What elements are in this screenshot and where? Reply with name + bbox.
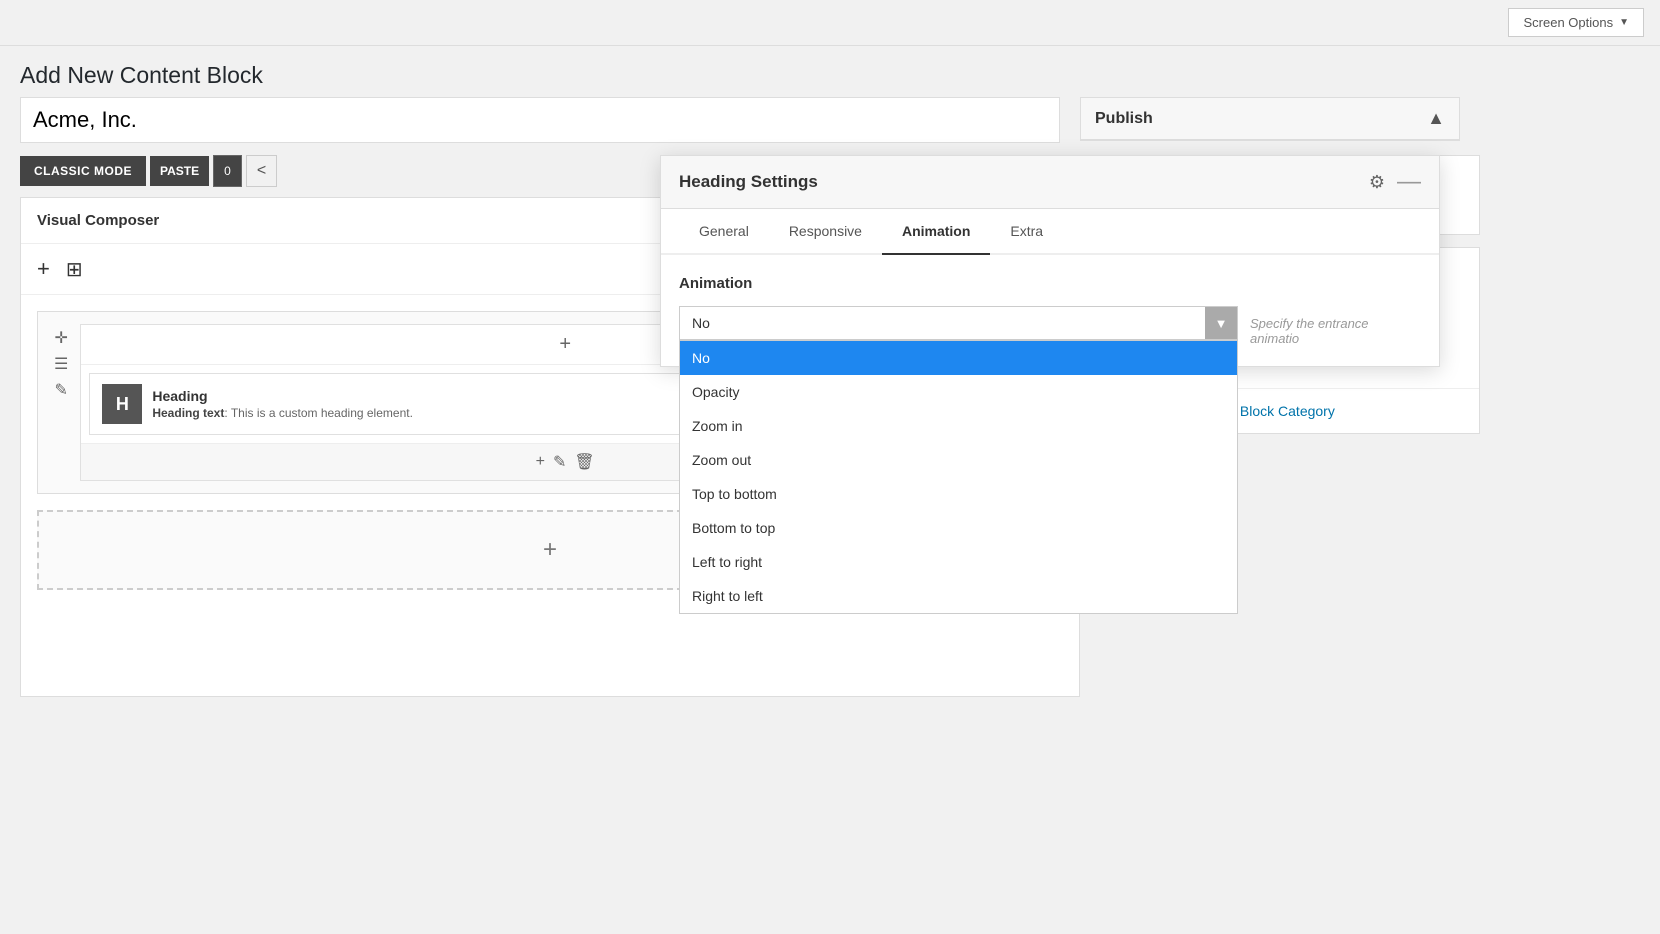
animation-option-bottom-to-top[interactable]: Bottom to top [680,511,1237,545]
screen-options-arrow-icon: ▼ [1619,17,1629,28]
classic-mode-button[interactable]: CLASSIC MODE [20,156,146,186]
hs-tab-general[interactable]: General [679,209,769,255]
hs-tab-extra[interactable]: Extra [990,209,1063,255]
screen-options-button[interactable]: Screen Options ▼ [1508,8,1644,37]
animation-option-zoom-in[interactable]: Zoom in [680,409,1237,443]
animation-hint: Specify the entrance animatio [1250,306,1421,346]
publish-panel-title: Publish [1095,110,1153,128]
animation-dropdown-arrow-icon[interactable]: ▼ [1205,307,1237,339]
heading-element-icon: H [102,384,142,424]
animation-dropdown-menu: NoOpacityZoom inZoom outTop to bottomBot… [679,340,1238,614]
row-move-button[interactable]: ✛ [54,328,68,348]
hs-tab-responsive[interactable]: Responsive [769,209,882,255]
column-add-button[interactable]: + [559,333,571,356]
element-edit-action-button[interactable]: ✎ [553,452,566,472]
hs-tab-animation[interactable]: Animation [882,209,990,255]
hs-tabs: GeneralResponsiveAnimationExtra [661,209,1439,255]
publish-panel: Publish ▲ [1080,97,1460,141]
animation-selected-value: No [692,315,710,331]
hs-minimize-button[interactable]: — [1397,170,1421,194]
row-edit-button[interactable]: ✎ [54,380,68,400]
page-title: Add New Content Block [0,46,1660,97]
empty-row-add-button[interactable]: + [543,536,557,564]
element-add-action-button[interactable]: + [536,452,545,472]
animation-option-right-to-left[interactable]: Right to left [680,579,1237,613]
animation-option-no[interactable]: No [680,341,1237,375]
heading-desc-label: Heading text [152,406,224,420]
hs-section-title: Animation [679,275,1421,292]
element-delete-action-button[interactable]: 🗑 [574,452,594,472]
paste-count: 0 [213,155,242,187]
vc-add-button[interactable]: + [37,256,50,282]
publish-collapse-button[interactable]: ▲ [1427,108,1445,129]
title-input[interactable] [20,97,1060,143]
row-align-button[interactable]: ☰ [54,354,68,374]
animation-option-top-to-bottom[interactable]: Top to bottom [680,477,1237,511]
hs-title: Heading Settings [679,172,818,192]
hs-content: Animation No ▼ NoOpacityZoom inZoom outT… [661,255,1439,366]
screen-options-label: Screen Options [1523,15,1613,30]
back-button[interactable]: < [246,155,277,187]
animation-option-left-to-right[interactable]: Left to right [680,545,1237,579]
vc-panel-title: Visual Composer [37,212,159,229]
animation-select-display[interactable]: No ▼ [679,306,1238,340]
heading-settings-modal: Heading Settings ⚙ — GeneralResponsiveAn… [660,155,1440,367]
vc-grid-button[interactable]: ⊞ [66,256,83,282]
animation-option-opacity[interactable]: Opacity [680,375,1237,409]
animation-select-wrapper: No ▼ NoOpacityZoom inZoom outTop to bott… [679,306,1238,340]
hs-settings-button[interactable]: ⚙ [1369,172,1385,193]
paste-button[interactable]: PASTE [150,156,209,186]
heading-desc-value: This is a custom heading element. [231,406,413,420]
animation-option-zoom-out[interactable]: Zoom out [680,443,1237,477]
